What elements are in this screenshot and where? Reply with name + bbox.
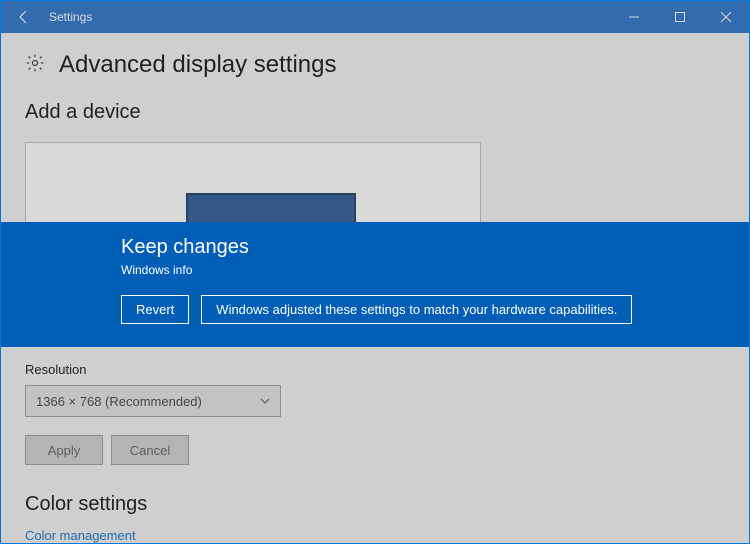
modal-overlay-top [1,1,749,222]
revert-button[interactable]: Revert [121,295,189,324]
banner-buttons: Revert Windows adjusted these settings t… [121,295,749,324]
banner-message[interactable]: Windows adjusted these settings to match… [201,295,632,324]
modal-overlay-bottom [1,347,749,543]
banner-subtitle: Windows info [121,263,749,277]
banner-title: Keep changes [121,236,749,259]
keep-changes-banner: Keep changes Windows info Revert Windows… [1,222,749,347]
